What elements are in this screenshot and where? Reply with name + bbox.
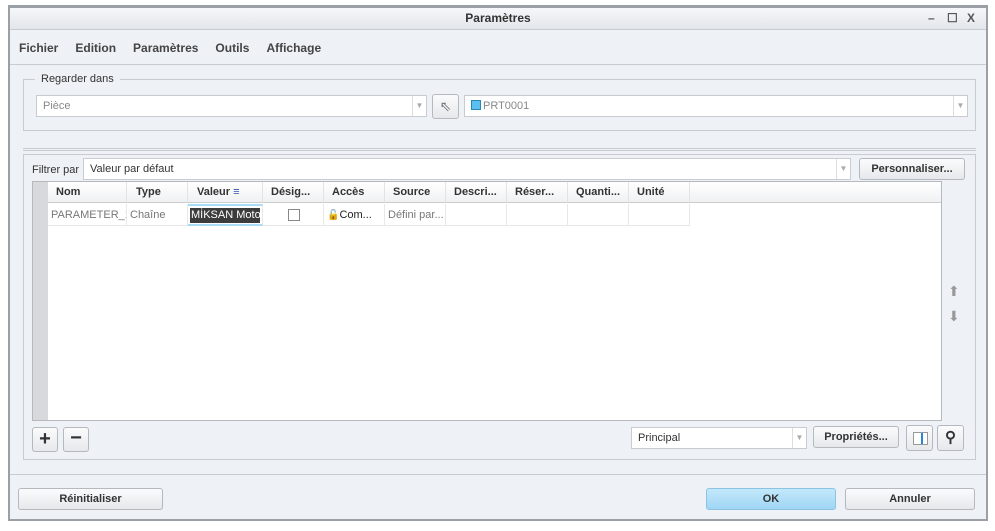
separator [23,148,976,151]
cell-value[interactable]: MİKSAN Motor [188,204,263,226]
menu-edition[interactable]: Edition [75,41,116,55]
type-value: Pièce [43,100,71,112]
chevron-down-icon: ▼ [836,159,850,179]
menu-bar: Fichier Edition Paramètres Outils Affich… [10,31,986,65]
view-value: Principal [638,432,681,444]
filter-value: Valeur par défaut [90,163,174,175]
view-combo[interactable]: Principal ▼ [631,427,807,449]
value-editor[interactable]: MİKSAN Motor [190,208,262,223]
column-header-type[interactable]: Type [127,182,188,203]
binoculars-icon: ⚲ [945,429,956,446]
close-icon[interactable]: X [967,11,975,25]
cell-name[interactable]: PARAMETER_1 [48,204,127,226]
minus-icon: − [70,427,82,449]
search-button[interactable]: ⚲ [937,425,964,451]
column-header-quantite[interactable]: Quanti... [568,182,629,203]
lock-icon: 🔓 [327,210,340,221]
remove-parameter-button[interactable]: − [63,427,89,452]
designated-checkbox[interactable] [288,209,300,221]
access-value: Com... [339,209,372,221]
cell-designated[interactable] [263,204,324,226]
filter-label: Filtrer par [32,164,80,176]
cell-quantity[interactable] [568,204,629,226]
chevron-down-icon: ▼ [792,428,806,448]
type-combo[interactable]: Pièce ▼ [36,95,427,117]
column-header-acces[interactable]: Accès [324,182,385,203]
minimize-icon[interactable]: – [928,11,935,25]
menu-outils[interactable]: Outils [215,41,249,55]
window-title: Paramètres [465,11,531,25]
columns-button[interactable] [906,425,933,451]
chevron-down-icon: ▼ [412,96,426,116]
add-parameter-button[interactable]: + [32,427,58,452]
menu-affichage[interactable]: Affichage [266,41,321,55]
customize-button[interactable]: Personnaliser... [859,158,965,180]
cell-unit[interactable] [629,204,690,226]
model-value: PRT0001 [483,100,530,112]
column-header-nom[interactable]: Nom [48,182,127,203]
select-model-button[interactable]: ⇖ [432,94,459,119]
column-header-reserve[interactable]: Réser... [507,182,568,203]
move-down-icon[interactable]: ⬇ [948,308,960,325]
move-up-icon[interactable]: ⬆ [948,283,960,300]
cursor-arrow-icon: ⇖ [439,98,452,114]
plus-icon: + [39,428,51,450]
filter-combo[interactable]: Valeur par défaut ▼ [83,158,851,180]
model-combo[interactable]: PRT0001 ▼ [464,95,968,117]
parameters-table: Nom Type Valeur ≡ Désig... Accès Source … [32,181,942,421]
parameters-dialog: Paramètres – ☐ X Fichier Edition Paramèt… [8,5,988,521]
maximize-icon[interactable]: ☐ [947,11,958,25]
column-header-source[interactable]: Source [385,182,446,203]
filter-icon: ≡ [233,186,240,198]
title-bar: Paramètres [10,8,986,30]
chevron-down-icon: ▼ [953,96,967,116]
cell-access[interactable]: 🔓Com... [324,204,385,226]
table-columns-icon [913,432,928,445]
column-header-unite[interactable]: Unité [629,182,690,203]
valeur-label: Valeur [197,186,231,198]
cancel-button[interactable]: Annuler [845,488,975,510]
cell-type[interactable]: Chaîne [127,204,188,226]
cell-source[interactable]: Défini par... [385,204,446,226]
row-header-strip [33,182,48,420]
column-header-valeur[interactable]: Valeur ≡ [188,182,263,203]
column-header-designation[interactable]: Désig... [263,182,324,203]
column-header-description[interactable]: Descri... [446,182,507,203]
cell-description[interactable] [446,204,507,226]
column-header-filler [690,182,941,203]
menu-parametres[interactable]: Paramètres [133,41,198,55]
reset-button[interactable]: Réinitialiser [18,488,163,510]
footer-divider [10,474,986,475]
ok-button[interactable]: OK [706,488,836,510]
part-icon [471,100,481,110]
properties-button[interactable]: Propriétés... [813,426,899,448]
menu-fichier[interactable]: Fichier [19,41,58,55]
cell-reserved[interactable] [507,204,568,226]
look-in-label: Regarder dans [35,73,120,85]
